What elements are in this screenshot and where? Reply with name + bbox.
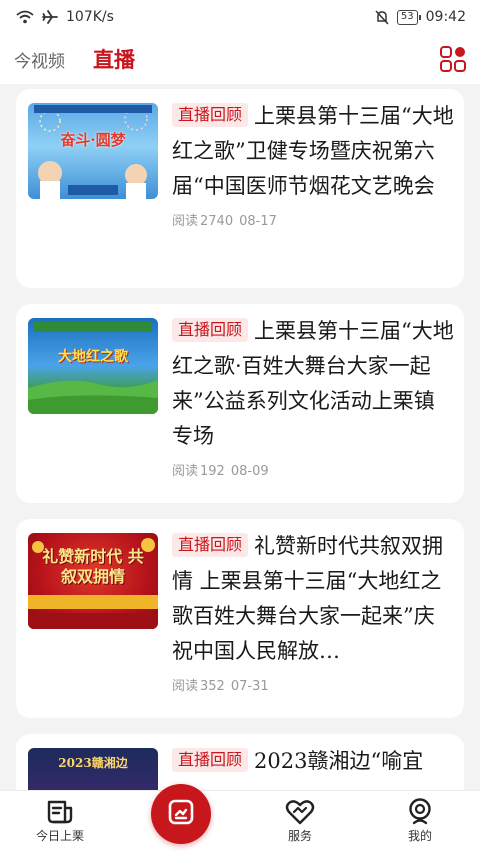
- card-meta: 阅读 2740 08-17: [172, 210, 454, 229]
- read-count: 192: [200, 464, 225, 479]
- publish-date: 08-17: [239, 214, 277, 229]
- tab-jin-video[interactable]: 今视频: [14, 47, 65, 72]
- airplane-icon: [42, 10, 58, 24]
- thumbnail-caption: 礼赞新时代 共叙双拥情: [42, 547, 144, 586]
- card-title-text: 2023赣湘边“喻宜: [254, 749, 424, 773]
- live-icon: [167, 798, 195, 830]
- card-thumbnail[interactable]: 2023赣湘边: [28, 748, 158, 790]
- wifi-icon: [16, 10, 34, 24]
- card-thumbnail[interactable]: 大地红之歌: [28, 318, 158, 414]
- reads-label: 阅读: [172, 214, 199, 229]
- replay-badge: 直播回顾: [172, 748, 249, 772]
- card-title[interactable]: 直播回顾 上栗县第十三届“大地红之歌”卫健专场暨庆祝第六届“中国医师节烟花文艺晚会: [172, 99, 454, 204]
- top-tab-bar: 今视频 直播: [0, 34, 480, 84]
- live-card[interactable]: 大地红之歌 直播回顾 上栗县第十三届“大地红之歌·百姓大舞台大家一起来”公益系列文…: [16, 304, 464, 503]
- card-title[interactable]: 直播回顾 2023赣湘边“喻宜: [172, 744, 454, 779]
- replay-badge: 直播回顾: [172, 103, 249, 127]
- thumbnail-caption: 奋斗·圆梦: [60, 131, 126, 149]
- nav-label: 今日上栗: [35, 829, 84, 843]
- thumbnail-caption: 2023赣湘边: [58, 756, 128, 770]
- battery-indicator: 53: [396, 9, 421, 25]
- reads-label: 阅读: [172, 679, 199, 694]
- publish-date: 08-09: [230, 464, 269, 479]
- replay-badge: 直播回顾: [172, 318, 249, 342]
- live-feed[interactable]: 奋斗·圆梦 直播回顾 上栗县第十三届“大地红之歌”卫健专场暨庆祝第六届“中国医师节…: [0, 86, 480, 790]
- status-bar: 107K/s 53 09:42: [0, 0, 480, 34]
- live-card[interactable]: 奋斗·圆梦 直播回顾 上栗县第十三届“大地红之歌”卫健专场暨庆祝第六届“中国医师节…: [16, 89, 464, 288]
- grid-menu-icon[interactable]: [440, 46, 466, 72]
- read-count: 2740: [200, 214, 234, 229]
- nav-label: 服务: [287, 829, 312, 843]
- nav-today-shangli[interactable]: 今日上栗: [20, 797, 100, 844]
- card-thumbnail[interactable]: 奋斗·圆梦: [28, 103, 158, 199]
- publish-date: 07-31: [230, 679, 269, 694]
- tab-live[interactable]: 直播: [93, 44, 135, 74]
- reads-label: 阅读: [172, 464, 199, 479]
- nav-label: 我的: [407, 829, 432, 843]
- user-icon: [380, 797, 460, 827]
- mute-bell-icon: [375, 9, 389, 25]
- card-meta: 阅读 352 07-31: [172, 675, 454, 694]
- card-meta: 阅读 192 08-09: [172, 460, 454, 479]
- nav-live-button[interactable]: [151, 784, 211, 844]
- card-title[interactable]: 直播回顾 上栗县第十三届“大地红之歌·百姓大舞台大家一起来”公益系列文化活动上栗镇…: [172, 314, 454, 454]
- nav-service[interactable]: 服务: [260, 797, 340, 844]
- live-card[interactable]: 2023赣湘边 直播回顾 2023赣湘边“喻宜: [16, 734, 464, 790]
- clock: 09:42: [425, 9, 466, 25]
- thumbnail-caption: 大地红之歌: [58, 349, 128, 365]
- card-title[interactable]: 直播回顾 礼赞新时代共叙双拥情 上栗县第十三届“大地红之歌百姓大舞台大家一起来”庆…: [172, 529, 454, 669]
- bottom-nav: 今日上栗 服务 我的: [0, 784, 480, 853]
- heart-hands-icon: [260, 797, 340, 827]
- read-count: 352: [200, 679, 225, 694]
- card-thumbnail[interactable]: 礼赞新时代 共叙双拥情: [28, 533, 158, 629]
- live-card[interactable]: 礼赞新时代 共叙双拥情 直播回顾 礼赞新时代共叙双拥情 上栗县第十三届“大地红之歌…: [16, 519, 464, 718]
- nav-mine[interactable]: 我的: [380, 797, 460, 844]
- news-icon: [20, 797, 100, 827]
- replay-badge: 直播回顾: [172, 533, 249, 557]
- network-speed: 107K/s: [66, 9, 114, 25]
